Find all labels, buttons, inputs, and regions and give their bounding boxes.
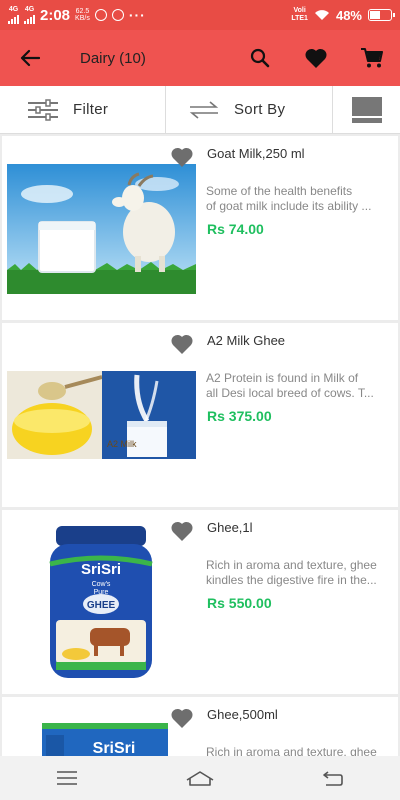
wifi-icon	[314, 10, 329, 20]
back-arrow-icon	[20, 49, 40, 67]
description-line: of goat milk include its ability ...	[206, 199, 372, 213]
a2-ghee-illustration: A2 Milk	[7, 371, 196, 459]
box-brand-text: SriSri	[93, 740, 136, 756]
network-type-label: 4G	[8, 6, 19, 13]
volte-label: Voli	[293, 7, 306, 14]
network-type-label: 4G	[24, 6, 35, 13]
menu-button[interactable]	[37, 758, 97, 798]
product-name[interactable]: A2 Milk Ghee	[207, 333, 285, 348]
status-right: Voli LTE1 48%	[291, 7, 395, 23]
status-time: 2:08	[40, 6, 71, 24]
product-image-goat-milk	[7, 164, 196, 294]
whatsapp-icon	[94, 9, 107, 21]
menu-icon	[56, 771, 77, 785]
notification-icon	[111, 9, 124, 21]
ghee-box-illustration: SriSri	[42, 723, 168, 756]
wishlist-button[interactable]	[288, 30, 344, 86]
product-description: Some of the health benefits of goat milk…	[206, 184, 396, 214]
product-image-ghee-500ml: SriSri	[42, 719, 168, 756]
jar-line-text: Cow's	[92, 581, 111, 588]
volte-indicator: Voli LTE1	[291, 7, 308, 23]
description-line: Rich in aroma and texture, ghee	[206, 558, 377, 572]
jar-brand-text: SriSri	[81, 561, 121, 578]
battery-fill	[370, 11, 380, 19]
product-description: Rich in aroma and texture, ghee kindles …	[206, 558, 396, 588]
description-line: Rich in aroma and texture, ghee	[206, 745, 377, 756]
search-icon	[250, 48, 270, 68]
product-image-ghee-1l: SriSri Cow's Pure GHEE	[46, 524, 156, 680]
list-view-icon	[351, 96, 382, 123]
add-to-wishlist-heart-icon[interactable]	[170, 146, 194, 168]
status-left: 4G 4G 2:08 62.5 KB/s ···	[8, 6, 146, 24]
lte-label: LTE1	[291, 15, 308, 22]
status-bar: 4G 4G 2:08 62.5 KB/s ··· Voli LTE1 48%	[0, 0, 400, 30]
speed-unit: KB/s	[75, 15, 90, 22]
battery-icon	[368, 9, 395, 21]
product-list: Goat Milk,250 ml Some of the health bene…	[0, 134, 400, 756]
speed-value: 62.5	[75, 8, 90, 15]
signal-icon	[8, 14, 19, 24]
a2-milk-image-label: A2 Milk	[107, 439, 137, 449]
filter-bar: Filter Sort By	[0, 86, 400, 134]
product-card[interactable]: Goat Milk,250 ml Some of the health bene…	[2, 136, 398, 320]
sort-button[interactable]: Sort By	[166, 86, 333, 133]
product-card[interactable]: A2 Milk A2 Milk Ghee A2 Protein is found…	[2, 323, 398, 507]
sort-arrows-icon	[189, 100, 219, 119]
filter-sliders-icon	[28, 98, 58, 121]
goat-milk-illustration	[7, 164, 196, 294]
product-description: Rich in aroma and texture, ghee	[206, 745, 396, 756]
back-nav-icon	[323, 771, 344, 786]
home-icon	[186, 771, 214, 786]
add-to-wishlist-heart-icon[interactable]	[170, 520, 194, 542]
product-card[interactable]: SriSri Ghee,500ml Rich in aroma and text…	[2, 697, 398, 756]
product-name[interactable]: Ghee,1l	[207, 520, 253, 535]
add-to-wishlist-heart-icon[interactable]	[170, 333, 194, 355]
description-line: Some of the health benefits	[206, 184, 353, 198]
product-price: Rs 74.00	[207, 221, 264, 237]
description-line: kindles the digestive fire in the...	[206, 573, 377, 587]
network-indicator-2: 4G	[24, 6, 35, 24]
sort-label: Sort By	[234, 101, 286, 118]
search-button[interactable]	[232, 30, 288, 86]
product-name[interactable]: Goat Milk,250 ml	[207, 146, 305, 161]
product-description: A2 Protein is found in Milk of all Desi …	[206, 371, 396, 401]
cart-icon	[361, 48, 383, 68]
filter-label: Filter	[73, 101, 109, 118]
page-title: Dairy (10)	[80, 49, 146, 67]
description-line: A2 Protein is found in Milk of	[206, 371, 359, 385]
description-line: all Desi local breed of cows. T...	[206, 386, 374, 400]
heart-icon	[305, 48, 327, 68]
more-notifications-icon: ···	[128, 7, 146, 23]
network-indicator-1: 4G	[8, 6, 19, 24]
system-navigation-bar	[0, 756, 400, 800]
product-name[interactable]: Ghee,500ml	[207, 707, 278, 722]
cart-button[interactable]	[344, 30, 400, 86]
signal-icon	[24, 14, 35, 24]
product-card[interactable]: SriSri Cow's Pure GHEE Ghee,1l Rich in a…	[2, 510, 398, 694]
product-price: Rs 375.00	[207, 408, 272, 424]
product-price: Rs 550.00	[207, 595, 272, 611]
view-toggle-button[interactable]	[333, 86, 400, 133]
product-image-a2-ghee: A2 Milk	[7, 371, 196, 459]
add-to-wishlist-heart-icon[interactable]	[170, 707, 194, 729]
battery-percent: 48%	[335, 7, 362, 23]
network-speed: 62.5 KB/s	[75, 8, 90, 22]
home-button[interactable]	[170, 758, 230, 798]
back-button[interactable]	[0, 30, 60, 86]
ghee-jar-illustration: SriSri Cow's Pure GHEE	[49, 526, 153, 678]
back-nav-button[interactable]	[303, 758, 363, 798]
app-bar: Dairy (10)	[0, 30, 400, 86]
filter-button[interactable]: Filter	[0, 86, 166, 133]
jar-label-text: GHEE	[87, 600, 116, 611]
